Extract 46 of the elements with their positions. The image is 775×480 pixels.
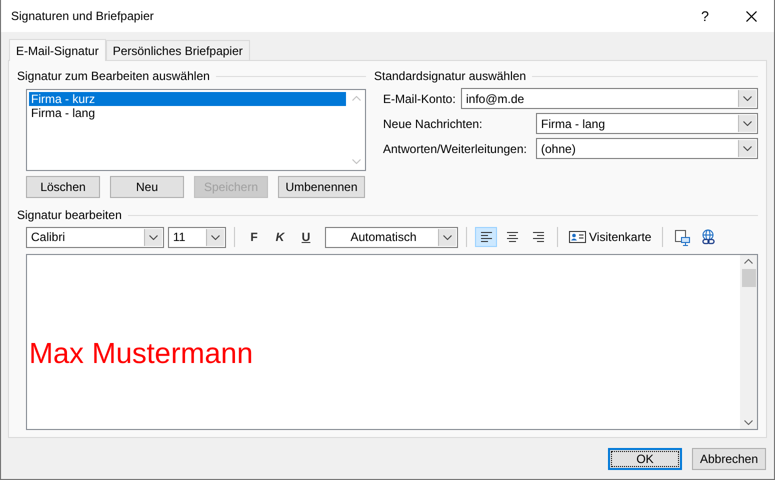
chevron-down-icon <box>443 234 452 240</box>
dropdown-field[interactable]: (ohne) <box>536 138 758 159</box>
group-heading: Standardsignatur auswählen <box>374 69 526 83</box>
color-dropdown[interactable]: Automatisch <box>325 226 458 248</box>
dropdown-field[interactable]: Firma - lang <box>536 113 758 134</box>
list-action-button[interactable]: Löschen <box>26 176 100 198</box>
bold-button[interactable]: F <box>243 227 265 247</box>
font-dropdown[interactable]: Calibri <box>26 226 164 248</box>
group-heading: Signatur bearbeiten <box>17 208 122 222</box>
chevron-down-icon <box>149 234 158 240</box>
dialog-button[interactable]: Abbrechen <box>692 448 766 470</box>
list-item[interactable]: Firma - lang <box>29 106 346 120</box>
chevron-down-icon <box>743 121 752 126</box>
size-dropdown[interactable]: 11 <box>168 226 226 248</box>
signature-text: Max Mustermann <box>29 338 254 370</box>
dialog-button[interactable]: OK <box>608 448 682 470</box>
dropdown-field[interactable]: info@m.de <box>461 88 758 109</box>
scroll-up-icon[interactable] <box>744 259 753 264</box>
chevron-down-icon <box>211 234 220 240</box>
window-title: Signaturen und Briefpapier <box>11 9 155 23</box>
underline-button[interactable]: U <box>295 227 317 247</box>
group-heading: Signatur zum Bearbeiten auswählen <box>17 69 210 83</box>
align-center-icon <box>506 232 518 242</box>
align-button[interactable] <box>475 227 497 247</box>
list-action-button[interactable]: Umbenennen <box>278 176 365 198</box>
list-action-button[interactable]: Neu <box>110 176 184 198</box>
contact-card-icon <box>569 231 586 243</box>
help-button[interactable]: ? <box>682 8 728 24</box>
chevron-down-icon <box>743 146 752 151</box>
business-card-button[interactable]: Visitenkarte <box>566 227 654 247</box>
hyperlink-icon[interactable] <box>700 228 717 246</box>
close-icon[interactable] <box>746 10 756 22</box>
scroll-thumb[interactable] <box>742 269 756 287</box>
field-label: E-Mail-Konto: <box>383 92 457 106</box>
scroll-down-icon[interactable] <box>744 420 753 425</box>
align-left-icon <box>480 232 492 242</box>
tab[interactable]: E-Mail-Signatur <box>9 39 106 61</box>
signature-editor[interactable]: Max Mustermann <box>26 254 758 430</box>
tab[interactable]: Persönliches Briefpapier <box>106 40 250 60</box>
italic-button[interactable]: K <box>269 227 291 247</box>
picture-insert-icon[interactable] <box>674 228 691 246</box>
chevron-down-icon <box>743 96 752 101</box>
field-label: Neue Nachrichten: <box>383 116 484 130</box>
list-item[interactable]: Firma - kurz <box>29 92 346 106</box>
field-label: Antworten/Weiterleitungen: <box>383 142 528 156</box>
align-right-icon <box>532 232 544 242</box>
